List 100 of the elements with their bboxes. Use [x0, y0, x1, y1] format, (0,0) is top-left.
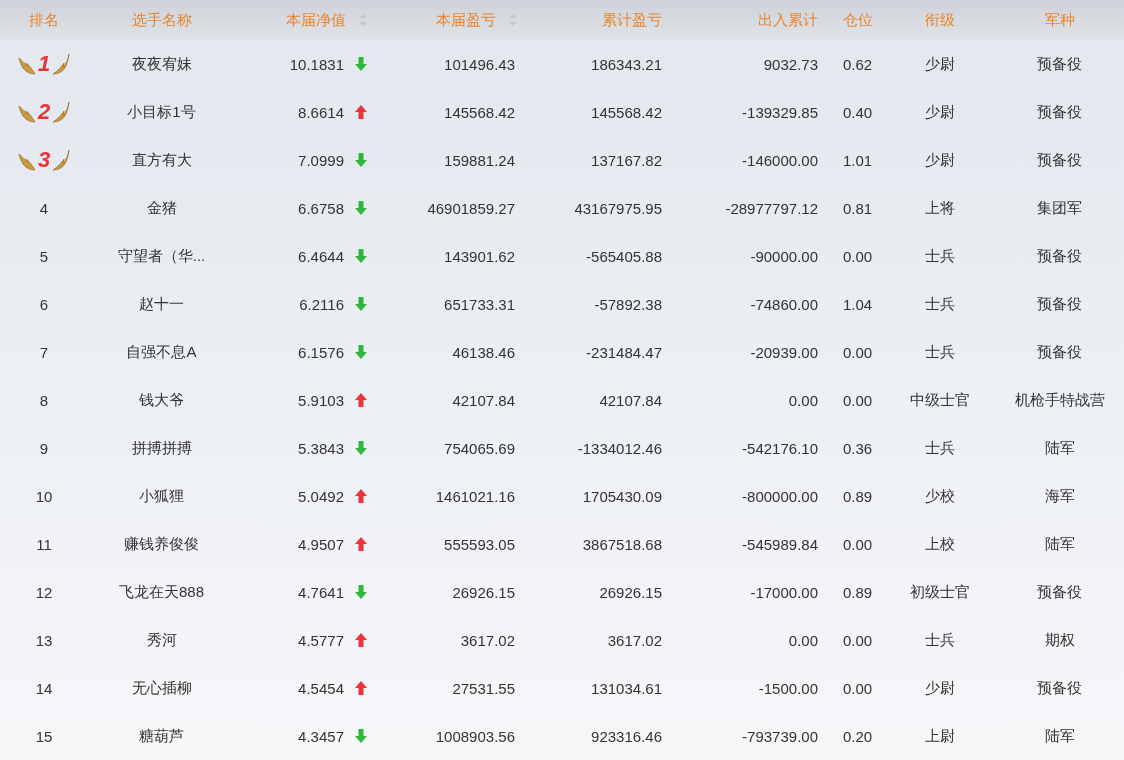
position-ratio: 1.04 — [842, 295, 873, 313]
net-value: 4.5777 — [298, 631, 344, 649]
period-profit: 145568.42 — [444, 103, 515, 121]
total-profit: 3617.02 — [607, 631, 662, 649]
service-branch: 预备役 — [1037, 246, 1082, 266]
rank-number: 8 — [39, 391, 49, 409]
rank-title: 上校 — [925, 534, 955, 554]
total-profit: 43167975.95 — [574, 199, 662, 217]
player-name[interactable]: 拼搏拼搏 — [131, 438, 192, 458]
period-profit: 42107.84 — [452, 391, 515, 409]
net-value: 6.6758 — [298, 199, 344, 217]
position-ratio: 1.01 — [842, 151, 873, 169]
player-name[interactable]: 赵十一 — [139, 294, 184, 314]
player-name[interactable]: 钱大爷 — [139, 390, 184, 410]
position-ratio: 0.00 — [842, 679, 873, 697]
net-value: 4.5454 — [298, 679, 344, 697]
rank-number: 2 — [37, 99, 51, 125]
wing-icon — [52, 52, 71, 76]
position-ratio: 0.81 — [842, 199, 873, 217]
total-profit: -57892.38 — [594, 295, 662, 313]
net-value: 5.0492 — [298, 487, 344, 505]
rank-number: 15 — [35, 727, 53, 745]
column-header: 衔级 — [925, 10, 955, 30]
service-branch: 预备役 — [1037, 150, 1082, 170]
cash-flow: -90000.00 — [750, 247, 818, 265]
column-header: 排名 — [29, 10, 59, 30]
player-name[interactable]: 飞龙在天888 — [119, 582, 204, 602]
rank-title: 初级士官 — [910, 582, 970, 602]
net-value: 6.4644 — [298, 247, 344, 265]
service-branch: 陆军 — [1044, 438, 1075, 458]
player-name[interactable]: 无心插柳 — [131, 678, 192, 698]
total-profit: 42107.84 — [599, 391, 662, 409]
position-ratio: 0.00 — [842, 391, 873, 409]
net-value: 5.3843 — [298, 439, 344, 457]
net-value: 6.2116 — [299, 295, 344, 313]
net-value: 5.9103 — [298, 391, 344, 409]
period-profit: 143901.62 — [444, 247, 515, 265]
net-value: 4.3457 — [298, 727, 344, 745]
rank-number: 9 — [39, 439, 49, 457]
net-value: 6.1576 — [298, 343, 344, 361]
wing-icon — [52, 100, 71, 124]
cash-flow: -793739.00 — [742, 727, 818, 745]
column-header: 累计盈亏 — [602, 10, 662, 30]
cash-flow: -74860.00 — [750, 295, 818, 313]
player-name[interactable]: 守望者（华... — [117, 246, 206, 266]
net-value: 4.9507 — [298, 535, 344, 553]
player-name[interactable]: 自强不息A — [126, 342, 197, 362]
service-branch: 集团军 — [1037, 198, 1082, 218]
position-ratio: 0.00 — [842, 535, 873, 553]
total-profit: 137167.82 — [591, 151, 662, 169]
rank-title: 少尉 — [925, 678, 955, 698]
rank-title: 士兵 — [925, 246, 955, 266]
player-name[interactable]: 直方有大 — [131, 150, 192, 170]
player-name[interactable]: 秀河 — [146, 630, 177, 650]
period-profit: 3617.02 — [460, 631, 515, 649]
player-name[interactable]: 夜夜宥妹 — [131, 54, 192, 74]
player-name[interactable]: 糖葫芦 — [139, 726, 184, 746]
total-profit: -565405.88 — [586, 247, 662, 265]
period-profit: 555593.05 — [444, 535, 515, 553]
period-profit: 1461021.16 — [435, 487, 515, 505]
rank-title: 少尉 — [925, 54, 955, 74]
player-name[interactable]: 小目标1号 — [127, 102, 196, 122]
service-branch: 海军 — [1044, 486, 1075, 506]
service-branch: 预备役 — [1037, 294, 1082, 314]
rank-title: 上将 — [925, 198, 955, 218]
rank-title: 士兵 — [925, 630, 955, 650]
player-name[interactable]: 赚钱养俊俊 — [124, 534, 199, 554]
total-profit: 1705430.09 — [582, 487, 662, 505]
cash-flow: -1500.00 — [758, 679, 818, 697]
player-name[interactable]: 金猪 — [146, 198, 177, 218]
cash-flow: 9032.73 — [763, 55, 818, 73]
rank-number: 7 — [39, 343, 49, 361]
service-branch: 机枪手特战营 — [1014, 390, 1105, 410]
rank-title: 士兵 — [925, 294, 955, 314]
cash-flow: -800000.00 — [742, 487, 818, 505]
total-profit: 26926.15 — [599, 583, 662, 601]
column-header: 仓位 — [842, 10, 873, 30]
period-profit: 46901859.27 — [427, 199, 515, 217]
rank-title: 中级士官 — [910, 390, 970, 410]
rank-number: 11 — [36, 535, 52, 553]
total-profit: -231484.47 — [586, 343, 662, 361]
cash-flow: 0.00 — [788, 631, 818, 649]
net-value: 4.7641 — [298, 583, 344, 601]
rank-number: 3 — [37, 147, 51, 173]
rank-title: 士兵 — [925, 342, 955, 362]
service-branch: 陆军 — [1044, 534, 1075, 554]
service-branch: 期权 — [1044, 630, 1075, 650]
position-ratio: 0.89 — [842, 487, 873, 505]
position-ratio: 0.36 — [842, 439, 873, 457]
cash-flow: -139329.85 — [742, 103, 818, 121]
rank-number: 14 — [35, 679, 53, 697]
total-profit: 131034.61 — [591, 679, 662, 697]
position-ratio: 0.62 — [842, 55, 873, 73]
cash-flow: -17000.00 — [750, 583, 818, 601]
rank-number: 10 — [35, 487, 53, 505]
rank-number: 1 — [37, 51, 51, 77]
position-ratio: 0.20 — [842, 727, 873, 745]
cash-flow: -542176.10 — [742, 439, 818, 457]
service-branch: 预备役 — [1037, 54, 1082, 74]
player-name[interactable]: 小狐狸 — [139, 486, 184, 506]
